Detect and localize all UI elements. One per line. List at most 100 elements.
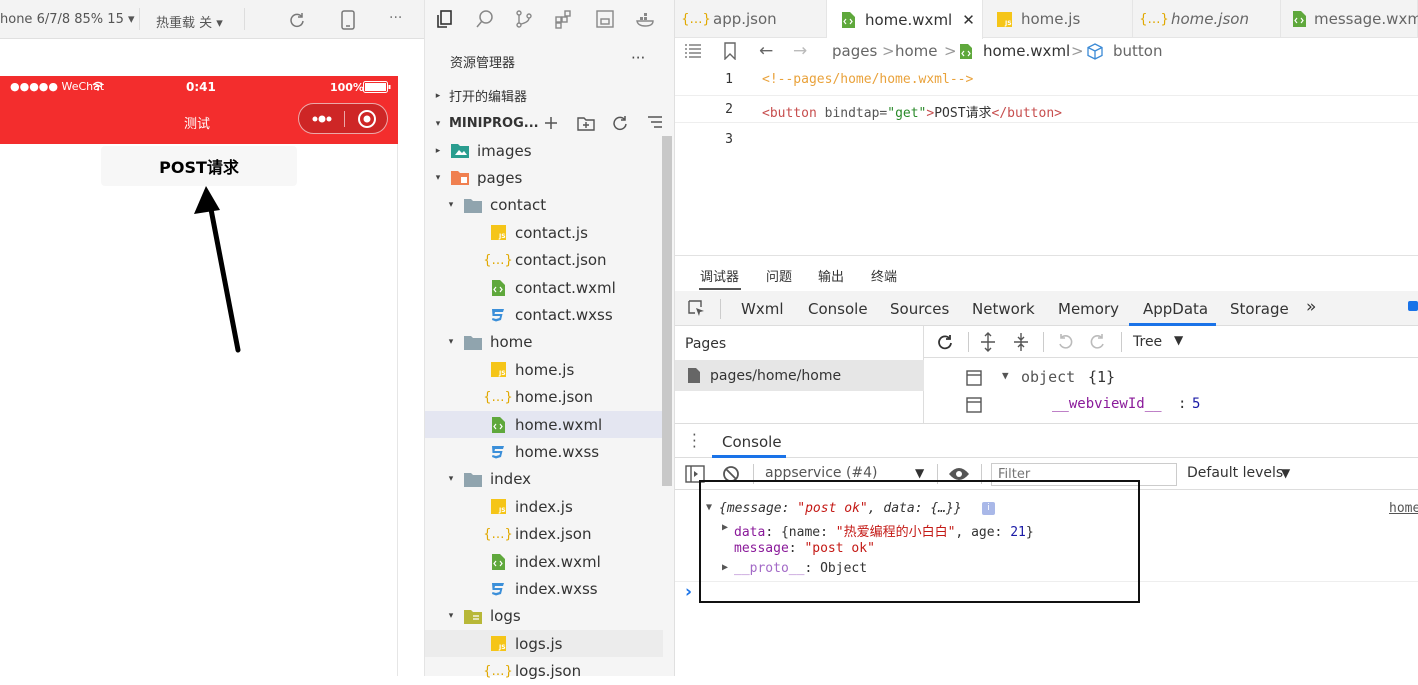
code-line-2[interactable]: 2 <button bindtap="get">POST请求</button> xyxy=(675,95,1418,123)
collapse-all-icon[interactable] xyxy=(1012,332,1030,352)
new-folder-icon[interactable] xyxy=(576,114,596,132)
tab-problems[interactable]: 问题 xyxy=(766,266,792,285)
devtools-panel: 调试器 问题 输出 终端 Wxml Console Sources Networ… xyxy=(675,255,1418,676)
search-icon[interactable] xyxy=(475,9,495,29)
device-select[interactable]: hone 6/7/8 85% 15 ▾ xyxy=(0,12,135,27)
editor-tab[interactable]: {…} home.json xyxy=(1133,0,1281,38)
bookmark-icon[interactable] xyxy=(723,42,737,60)
collapse-all-icon[interactable] xyxy=(646,114,664,132)
console-drawer-tab[interactable]: Console xyxy=(722,433,782,451)
outline-icon[interactable] xyxy=(684,43,702,59)
menu-capsule[interactable] xyxy=(298,103,388,134)
hot-reload-select[interactable]: 热重载 关 ▾ xyxy=(156,12,223,31)
tree-item[interactable]: {…} logs.json xyxy=(425,658,663,685)
inspect-element-icon[interactable] xyxy=(687,299,707,319)
tree-item[interactable]: index.wxss xyxy=(425,575,663,602)
extensions-icon[interactable] xyxy=(554,9,574,29)
source-link[interactable]: home xyxy=(1389,501,1418,516)
refresh-icon[interactable] xyxy=(936,333,954,351)
tab-terminal[interactable]: 终端 xyxy=(871,266,897,285)
view-mode-select[interactable]: Tree xyxy=(1133,334,1162,350)
refresh-icon[interactable] xyxy=(288,11,306,29)
editor-tab[interactable]: message.wxm xyxy=(1281,0,1418,38)
capsule-more-icon[interactable] xyxy=(309,110,335,128)
redo-icon[interactable] xyxy=(1089,333,1107,351)
tab-debugger[interactable]: 调试器 xyxy=(700,266,739,285)
page-list-item[interactable]: pages/home/home xyxy=(675,360,924,391)
code-line-1[interactable]: 1 <!--pages/home/home.wxml--> xyxy=(675,66,1418,94)
tree-item[interactable]: ▾ contact xyxy=(425,192,663,219)
back-arrow-icon[interactable]: ← xyxy=(759,41,773,61)
code-line-3[interactable]: 3 xyxy=(675,126,1418,154)
editor-tab[interactable]: JS home.js xyxy=(983,0,1133,38)
project-section[interactable]: ▾ MINIPROG... xyxy=(425,110,663,137)
window-icon[interactable] xyxy=(595,9,615,29)
tree-item[interactable]: ▸ images xyxy=(425,137,663,164)
console-prompt[interactable]: › xyxy=(685,582,692,602)
tree-item[interactable]: {…} contact.json xyxy=(425,247,663,274)
more-tabs-icon[interactable]: » xyxy=(1306,297,1316,317)
tree-item[interactable]: ▾ home xyxy=(425,329,663,356)
chevron-down-icon[interactable]: ▼ xyxy=(1281,466,1290,480)
tab-sources[interactable]: Sources xyxy=(890,300,949,318)
tree-item[interactable]: JS index.js xyxy=(425,493,663,520)
tab-output[interactable]: 输出 xyxy=(818,266,844,285)
tree-item[interactable]: contact.wxml xyxy=(425,274,663,301)
tree-item[interactable]: ▾ pages xyxy=(425,164,663,191)
tree-item[interactable]: ▾ logs xyxy=(425,603,663,630)
refresh-icon[interactable] xyxy=(611,114,629,132)
drawer-menu-icon[interactable]: · · · xyxy=(692,428,697,455)
message-icon[interactable] xyxy=(1408,301,1418,311)
editor-tab[interactable]: {…} app.json xyxy=(675,0,827,38)
breadcrumb-sep: > xyxy=(1071,42,1084,60)
close-tab-icon[interactable]: ✕ xyxy=(962,11,975,29)
log-levels-select[interactable]: Default levels xyxy=(1187,465,1283,481)
property-value[interactable]: 5 xyxy=(1192,396,1200,412)
tree-item[interactable]: {…} home.json xyxy=(425,384,663,411)
tab-memory[interactable]: Memory xyxy=(1058,300,1119,318)
tree-item[interactable]: {…} index.json xyxy=(425,521,663,548)
breadcrumb-element[interactable]: button xyxy=(1113,42,1162,60)
capsule-close-icon[interactable] xyxy=(357,109,377,129)
tree-item[interactable]: ▾ index xyxy=(425,466,663,493)
tab-appdata[interactable]: AppData xyxy=(1143,300,1208,318)
breadcrumb-file[interactable]: home.wxml xyxy=(983,42,1070,60)
explorer-more-icon[interactable]: ··· xyxy=(631,49,645,67)
tab-storage[interactable]: Storage xyxy=(1230,300,1289,318)
explorer-scrollbar[interactable] xyxy=(662,136,672,486)
tree-item[interactable]: index.wxml xyxy=(425,548,663,575)
svg-text:JS: JS xyxy=(498,507,506,514)
more-icon[interactable]: ··· xyxy=(389,10,402,26)
clock-label: 0:41 xyxy=(186,80,216,94)
svg-text:JS: JS xyxy=(498,233,506,240)
forward-arrow-icon[interactable]: → xyxy=(793,41,807,61)
pages-pane: Pages pages/home/home xyxy=(675,326,924,423)
tree-item[interactable]: JS contact.js xyxy=(425,219,663,246)
arrow-annotation xyxy=(192,186,252,356)
tree-item[interactable]: home.wxml xyxy=(425,411,663,438)
tab-network[interactable]: Network xyxy=(972,300,1035,318)
tab-wxml[interactable]: Wxml xyxy=(741,300,784,318)
tree-item[interactable]: JS home.js xyxy=(425,356,663,383)
breadcrumb-pages[interactable]: pages xyxy=(832,42,877,60)
tree-item[interactable]: JS logs.js xyxy=(425,630,663,658)
chevron-down-icon[interactable]: ▼ xyxy=(1174,333,1183,347)
new-file-icon[interactable] xyxy=(542,114,560,132)
undo-icon[interactable] xyxy=(1056,333,1074,351)
chevron-down-icon[interactable]: ▼ xyxy=(915,466,924,480)
expand-caret-icon[interactable]: ▼ xyxy=(1002,369,1009,382)
editor-tab[interactable]: home.wxml ✕ xyxy=(827,0,983,39)
breadcrumb-home[interactable]: home xyxy=(895,42,938,60)
explorer-files-icon[interactable] xyxy=(435,9,455,29)
editor-tab-label: app.json xyxy=(713,10,777,28)
open-editors-section[interactable]: ▸ 打开的编辑器 xyxy=(425,82,663,109)
tab-console[interactable]: Console xyxy=(808,300,868,318)
expand-all-icon[interactable] xyxy=(979,332,997,352)
tree-item[interactable]: contact.wxss xyxy=(425,301,663,328)
context-select[interactable]: appservice (#4) xyxy=(765,465,878,481)
phone-icon[interactable] xyxy=(341,10,355,30)
cloud-icon[interactable] xyxy=(635,9,655,29)
source-control-icon[interactable] xyxy=(514,9,534,29)
tree-item[interactable]: home.wxss xyxy=(425,438,663,465)
post-request-button[interactable]: POST请求 xyxy=(101,146,297,186)
